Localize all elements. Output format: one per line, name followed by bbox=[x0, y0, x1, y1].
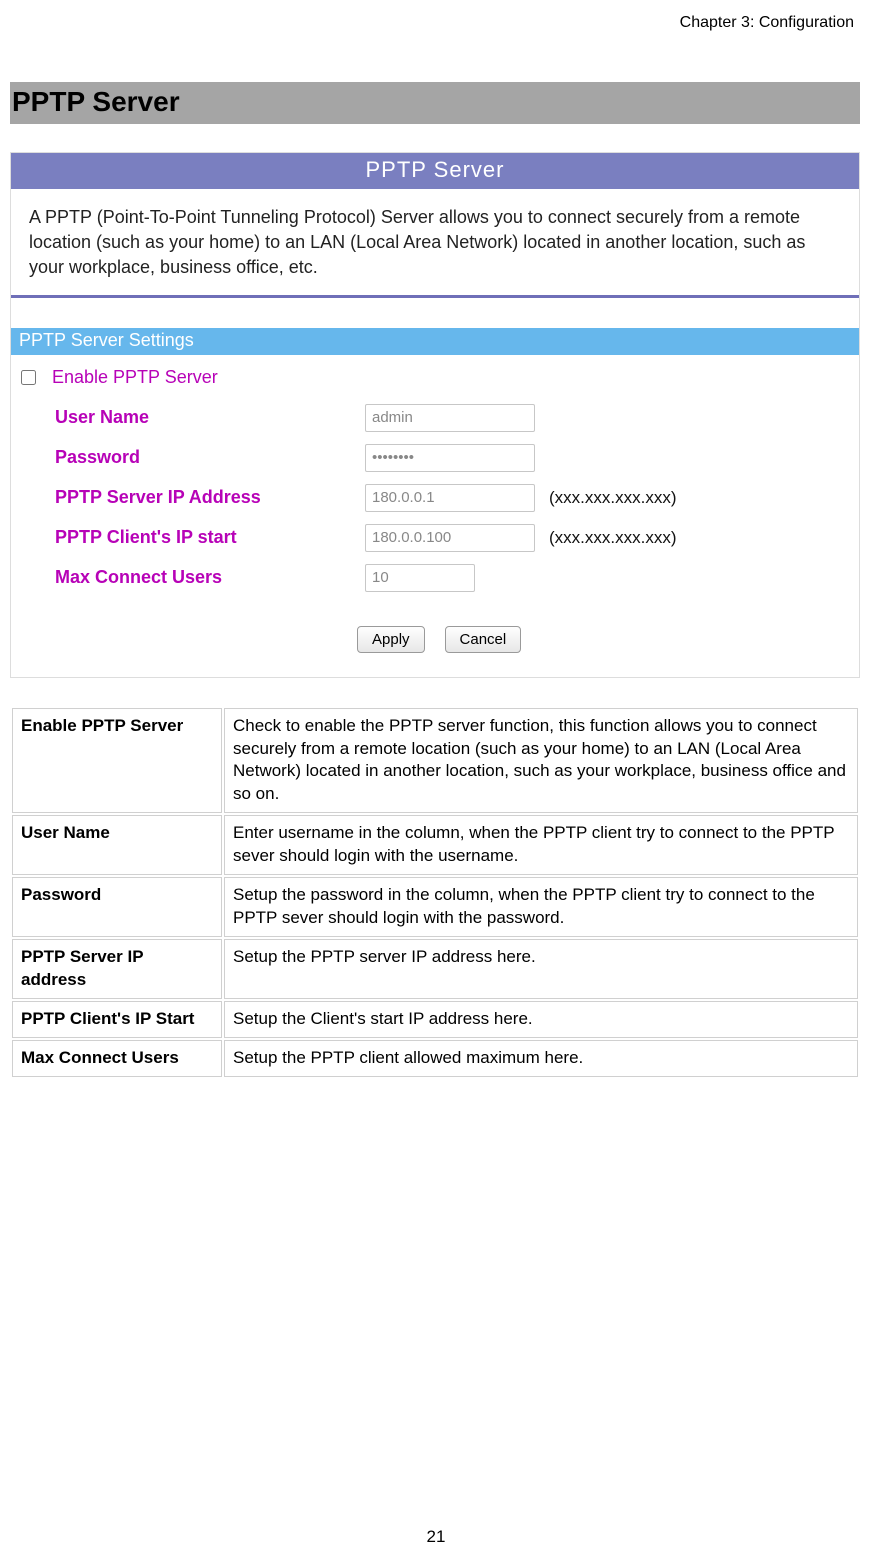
settings-header: PPTP Server Settings bbox=[11, 328, 859, 355]
username-label: User Name bbox=[55, 407, 355, 428]
client-ip-start-hint: (xxx.xxx.xxx.xxx) bbox=[545, 528, 677, 548]
enable-pptp-checkbox[interactable] bbox=[21, 370, 36, 385]
term-cell: Password bbox=[12, 877, 222, 937]
chapter-header: Chapter 3: Configuration bbox=[10, 8, 860, 82]
table-row: Enable PPTP ServerCheck to enable the PP… bbox=[12, 708, 858, 814]
panel-description: A PPTP (Point-To-Point Tunneling Protoco… bbox=[11, 189, 859, 298]
page-number: 21 bbox=[0, 1527, 872, 1547]
max-users-input[interactable] bbox=[365, 564, 475, 592]
enable-pptp-label: Enable PPTP Server bbox=[52, 367, 218, 388]
table-row: PPTP Server IP addressSetup the PPTP ser… bbox=[12, 939, 858, 999]
server-ip-label: PPTP Server IP Address bbox=[55, 487, 355, 508]
desc-cell: Enter username in the column, when the P… bbox=[224, 815, 858, 875]
term-cell: PPTP Server IP address bbox=[12, 939, 222, 999]
term-cell: Enable PPTP Server bbox=[12, 708, 222, 814]
pptp-server-panel: PPTP Server A PPTP (Point-To-Point Tunne… bbox=[10, 152, 860, 678]
username-input[interactable] bbox=[365, 404, 535, 432]
desc-cell: Setup the PPTP server IP address here. bbox=[224, 939, 858, 999]
table-row: PasswordSetup the password in the column… bbox=[12, 877, 858, 937]
term-cell: PPTP Client's IP Start bbox=[12, 1001, 222, 1038]
table-row: PPTP Client's IP StartSetup the Client's… bbox=[12, 1001, 858, 1038]
desc-cell: Check to enable the PPTP server function… bbox=[224, 708, 858, 814]
cancel-button[interactable]: Cancel bbox=[445, 626, 522, 653]
section-title: PPTP Server bbox=[10, 82, 860, 124]
apply-button[interactable]: Apply bbox=[357, 626, 425, 653]
desc-cell: Setup the PPTP client allowed maximum he… bbox=[224, 1040, 858, 1077]
panel-title: PPTP Server bbox=[11, 153, 859, 189]
description-table: Enable PPTP ServerCheck to enable the PP… bbox=[10, 706, 860, 1079]
term-cell: Max Connect Users bbox=[12, 1040, 222, 1077]
desc-cell: Setup the Client's start IP address here… bbox=[224, 1001, 858, 1038]
client-ip-start-label: PPTP Client's IP start bbox=[55, 527, 355, 548]
table-row: User NameEnter username in the column, w… bbox=[12, 815, 858, 875]
server-ip-hint: (xxx.xxx.xxx.xxx) bbox=[545, 488, 677, 508]
password-label: Password bbox=[55, 447, 355, 468]
client-ip-start-input[interactable] bbox=[365, 524, 535, 552]
max-users-label: Max Connect Users bbox=[55, 567, 355, 588]
term-cell: User Name bbox=[12, 815, 222, 875]
table-row: Max Connect UsersSetup the PPTP client a… bbox=[12, 1040, 858, 1077]
desc-cell: Setup the password in the column, when t… bbox=[224, 877, 858, 937]
password-input[interactable] bbox=[365, 444, 535, 472]
server-ip-input[interactable] bbox=[365, 484, 535, 512]
